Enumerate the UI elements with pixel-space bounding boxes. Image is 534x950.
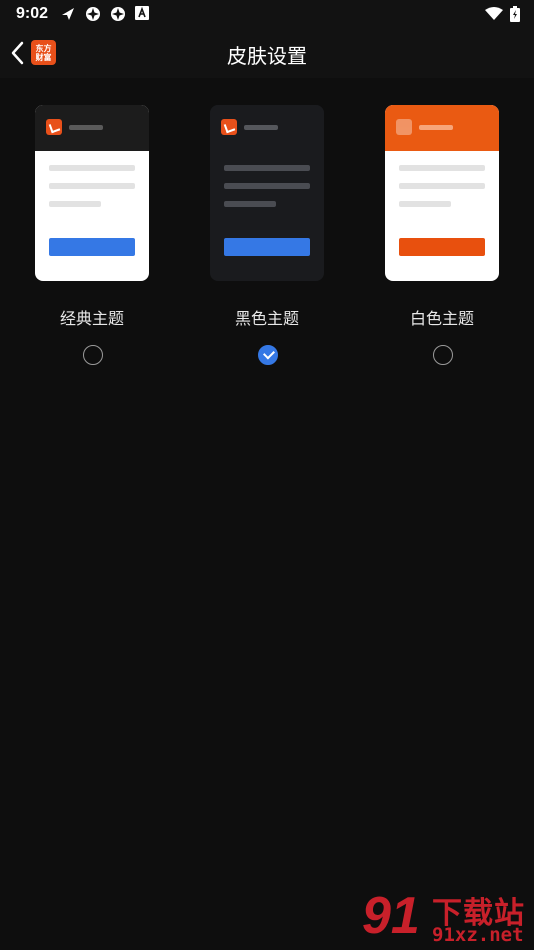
watermark: 91 下载站 91xz.net: [362, 888, 534, 950]
aperture-icon: [86, 7, 100, 21]
status-bar: 9:02: [0, 0, 534, 28]
radio-unchecked[interactable]: [83, 345, 103, 365]
preview-text-line: [49, 165, 135, 171]
theme-option[interactable]: 黑色主题: [210, 105, 326, 365]
theme-label: 经典主题: [59, 311, 124, 328]
preview-title-bar: [69, 125, 103, 130]
preview-header: [35, 105, 149, 151]
preview-text-line: [399, 165, 485, 171]
preview-text-line: [224, 201, 276, 207]
watermark-number: 91: [362, 887, 420, 945]
status-system-icons: [485, 6, 520, 22]
wifi-icon: [485, 7, 503, 20]
preview-header: [385, 105, 499, 151]
preview-logo-icon: [46, 119, 62, 135]
preview-button: [224, 238, 310, 256]
preview-text-line: [224, 165, 310, 171]
battery-icon: [510, 6, 520, 22]
radio-unchecked[interactable]: [433, 345, 453, 365]
preview-logo-icon: [396, 119, 412, 135]
preview-title-bar: [419, 125, 453, 130]
page-title: 皮肤设置: [227, 46, 307, 68]
preview-text-line: [49, 183, 135, 189]
theme-preview[interactable]: [210, 105, 324, 281]
theme-preview[interactable]: [35, 105, 149, 281]
theme-label: 黑色主题: [234, 311, 299, 328]
preview-text-line: [399, 201, 451, 207]
status-time: 9:02: [16, 5, 49, 22]
preview-header: [210, 105, 324, 151]
preview-text-line: [224, 183, 310, 189]
preview-button: [49, 238, 135, 256]
aperture-icon: [111, 7, 125, 21]
preview-title-bar: [244, 125, 278, 130]
preview-text-line: [399, 183, 485, 189]
preview-text-line: [49, 201, 101, 207]
a-box-icon: [135, 6, 149, 20]
theme-preview[interactable]: [385, 105, 499, 281]
status-notification-icons: [60, 6, 149, 22]
radio-checked[interactable]: [258, 345, 278, 365]
theme-option[interactable]: 白色主题: [385, 105, 501, 365]
preview-logo-icon: [221, 119, 237, 135]
app-bar: 东方 财富 皮肤设置: [0, 28, 534, 78]
theme-label: 白色主题: [409, 311, 474, 328]
theme-option[interactable]: 经典主题: [35, 105, 151, 365]
watermark-url: 91xz.net: [432, 924, 524, 946]
notification-paper-plane-icon: [62, 8, 74, 20]
preview-button: [399, 238, 485, 256]
